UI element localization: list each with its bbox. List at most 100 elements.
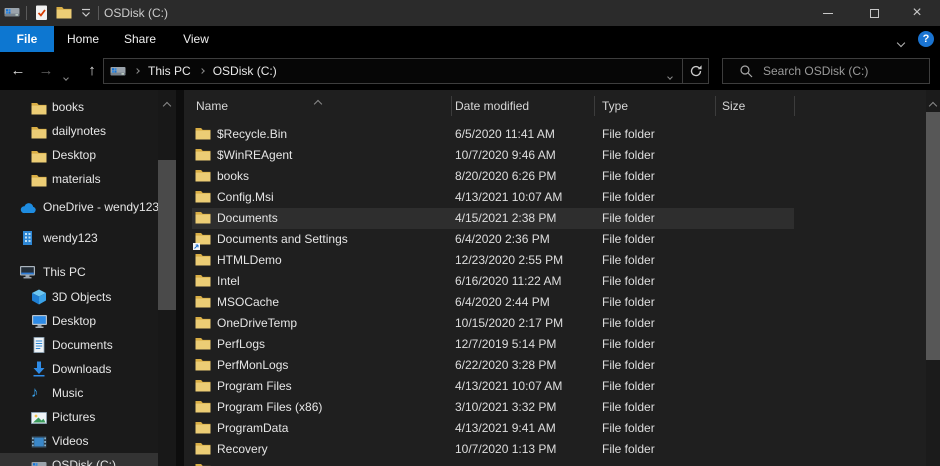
recent-locations-chevron-icon[interactable] <box>63 69 69 83</box>
scroll-up-icon[interactable] <box>162 98 172 112</box>
sidebar-item-desktop-quick[interactable]: Desktop <box>0 143 158 167</box>
table-row[interactable] <box>184 460 926 466</box>
sidebar-item-downloads[interactable]: Downloads <box>0 357 158 381</box>
file-name: Program Files (x86) <box>217 400 323 414</box>
breadcrumb-chevron-icon[interactable] <box>134 68 140 74</box>
file-date-modified: 8/20/2020 6:26 PM <box>455 169 557 183</box>
sidebar-item-music[interactable]: ♪ Music <box>0 381 158 405</box>
pane-divider <box>176 90 184 466</box>
address-dropdown-chevron-icon[interactable] <box>667 68 673 82</box>
breadcrumb-drive-icon[interactable] <box>110 64 126 81</box>
table-row[interactable]: PerfLogs 12/7/2019 5:14 PM File folder <box>184 334 926 355</box>
sidebar-item-materials[interactable]: materials <box>0 167 158 191</box>
breadcrumb-chevron-icon[interactable] <box>198 68 205 74</box>
back-button[interactable]: ← <box>8 52 28 90</box>
sidebar-item-wendy123[interactable]: wendy123 <box>0 226 158 250</box>
file-type: File folder <box>602 295 655 309</box>
column-resize-handle[interactable] <box>794 96 795 116</box>
search-box <box>722 58 930 84</box>
table-row[interactable]: ProgramData 4/13/2021 9:41 AM File folde… <box>184 418 926 439</box>
search-icon <box>739 64 754 82</box>
help-icon[interactable]: ? <box>918 31 934 47</box>
table-row[interactable]: $Recycle.Bin 6/5/2020 11:41 AM File fold… <box>184 124 926 145</box>
qat-new-folder-icon[interactable] <box>56 5 72 22</box>
file-list-scrollbar[interactable] <box>926 90 940 466</box>
file-date-modified: 3/10/2021 3:32 PM <box>455 400 557 414</box>
column-resize-handle[interactable] <box>451 96 452 116</box>
folder-icon <box>195 273 211 290</box>
sidebar-scrollbar-thumb[interactable] <box>158 160 176 310</box>
address-bar[interactable]: This PC OSDisk (C:) <box>103 58 683 84</box>
column-resize-handle[interactable] <box>715 96 716 116</box>
maximize-button[interactable] <box>851 0 897 26</box>
file-name: Config.Msi <box>217 190 274 204</box>
file-type: File folder <box>602 274 655 288</box>
table-row[interactable]: Config.Msi 4/13/2021 10:07 AM File folde… <box>184 187 926 208</box>
qat-properties-icon[interactable] <box>34 5 49 24</box>
window-title: OSDisk (C:) <box>104 6 168 20</box>
file-date-modified: 6/16/2020 11:22 AM <box>455 274 562 288</box>
separator <box>26 6 27 20</box>
table-row[interactable]: MSOCache 6/4/2020 2:44 PM File folder <box>184 292 926 313</box>
file-list-scrollbar-thumb[interactable] <box>926 112 940 360</box>
column-header-size[interactable]: Size <box>722 90 745 122</box>
tab-file[interactable]: File <box>0 26 54 52</box>
table-row[interactable]: Documents and Settings 6/4/2020 2:36 PM … <box>184 229 926 250</box>
ribbon-tab-bar: File Home Share View ? <box>0 26 940 52</box>
file-date-modified: 4/13/2021 9:41 AM <box>455 421 556 435</box>
shortcut-overlay-icon <box>193 239 200 253</box>
table-row[interactable]: Program Files (x86) 3/10/2021 3:32 PM Fi… <box>184 397 926 418</box>
column-header-type[interactable]: Type <box>602 90 628 122</box>
table-row[interactable]: $WinREAgent 10/7/2020 9:46 AM File folde… <box>184 145 926 166</box>
qat-customize-chevron-icon[interactable] <box>80 7 92 22</box>
table-row[interactable]: PerfMonLogs 6/22/2020 3:28 PM File folde… <box>184 355 926 376</box>
sidebar-item-desktop[interactable]: Desktop <box>0 309 158 333</box>
expand-ribbon-chevron-icon[interactable] <box>896 35 906 49</box>
column-header-name[interactable]: Name <box>196 90 228 122</box>
table-row[interactable]: Documents 4/15/2021 2:38 PM File folder <box>184 208 926 229</box>
close-button[interactable]: × <box>894 0 940 26</box>
table-row[interactable]: HTMLDemo 12/23/2020 2:55 PM File folder <box>184 250 926 271</box>
table-row[interactable]: books 8/20/2020 6:26 PM File folder <box>184 166 926 187</box>
minimize-button[interactable] <box>805 0 851 26</box>
table-row[interactable]: Intel 6/16/2020 11:22 AM File folder <box>184 271 926 292</box>
table-row[interactable]: OneDriveTemp 10/15/2020 2:17 PM File fol… <box>184 313 926 334</box>
scroll-up-icon[interactable] <box>928 98 938 112</box>
breadcrumb-item-this-pc[interactable]: This PC <box>148 64 191 78</box>
file-name: Documents and Settings <box>217 232 348 246</box>
sidebar-item-documents[interactable]: Documents <box>0 333 158 357</box>
sidebar-item-books[interactable]: books <box>0 95 158 119</box>
sidebar-item-videos[interactable]: Videos <box>0 429 158 453</box>
table-row[interactable]: Program Files 4/13/2021 10:07 AM File fo… <box>184 376 926 397</box>
sidebar-item-osdisk[interactable]: OSDisk (C:) <box>0 453 158 466</box>
app-drive-icon <box>4 5 20 22</box>
folder-icon <box>195 315 211 332</box>
sidebar-item-3d-objects[interactable]: 3D Objects <box>0 285 158 309</box>
folder-icon <box>195 210 211 227</box>
up-button[interactable]: ↑ <box>82 52 102 90</box>
refresh-button[interactable] <box>683 58 709 84</box>
tab-view[interactable]: View <box>168 26 224 52</box>
file-explorer-window: OSDisk (C:) × File Home Share View ? ← →… <box>0 0 940 466</box>
table-row[interactable]: Recovery 10/7/2020 1:13 PM File folder <box>184 439 926 460</box>
tab-share[interactable]: Share <box>112 26 168 52</box>
breadcrumb-item-osdisk[interactable]: OSDisk (C:) <box>213 64 277 78</box>
file-date-modified: 6/4/2020 2:36 PM <box>455 232 550 246</box>
file-name: HTMLDemo <box>217 253 282 267</box>
sidebar-item-pictures[interactable]: Pictures <box>0 405 158 429</box>
sidebar-item-onedrive[interactable]: OneDrive - wendy123 <box>0 195 159 219</box>
file-date-modified: 10/7/2020 1:13 PM <box>455 442 557 456</box>
file-name: Program Files <box>217 379 292 393</box>
column-header-date-modified[interactable]: Date modified <box>455 90 529 122</box>
column-resize-handle[interactable] <box>594 96 595 116</box>
tab-home[interactable]: Home <box>54 26 112 52</box>
title-bar: OSDisk (C:) × <box>0 0 940 26</box>
forward-button[interactable]: → <box>36 52 56 90</box>
folder-icon <box>195 294 211 311</box>
file-type: File folder <box>602 379 655 393</box>
sidebar-item-this-pc[interactable]: This PC <box>0 260 158 284</box>
sidebar-item-dailynotes[interactable]: dailynotes <box>0 119 158 143</box>
search-input[interactable] <box>763 59 923 83</box>
file-date-modified: 4/15/2021 2:38 PM <box>455 211 557 225</box>
sidebar-scrollbar[interactable] <box>158 90 176 466</box>
